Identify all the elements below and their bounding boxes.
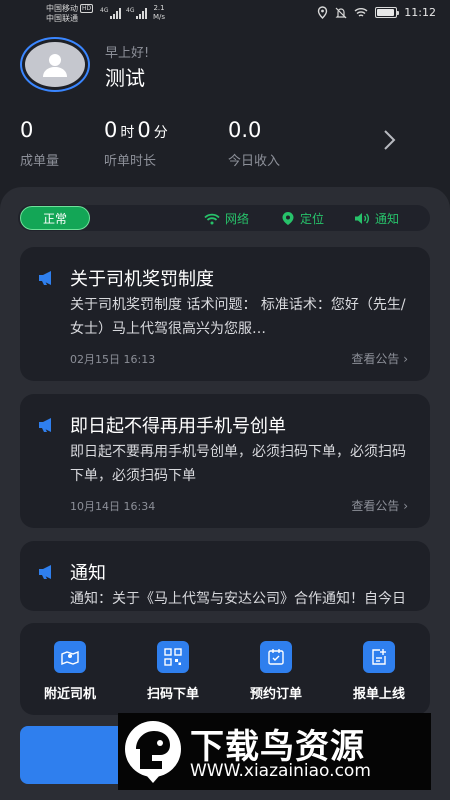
qr-code-icon bbox=[157, 641, 189, 673]
network-indicator: 网络 bbox=[204, 210, 249, 227]
notify-label: 通知 bbox=[375, 212, 400, 226]
wifi-status-icon bbox=[354, 8, 368, 17]
notice-header: 通知 bbox=[38, 559, 106, 585]
notify-indicator: 通知 bbox=[354, 210, 399, 227]
notice-date: 02月15日 16:13 bbox=[70, 353, 156, 366]
clock: 11:12 bbox=[404, 6, 436, 19]
network-label: 网络 bbox=[225, 212, 250, 226]
notice-header: 即日起不得再用手机号创单 bbox=[38, 412, 286, 438]
carrier-2: 中国联通 bbox=[46, 14, 78, 23]
bird-logo-icon bbox=[125, 721, 181, 783]
status-badge[interactable]: 正常 bbox=[20, 206, 90, 230]
wifi-icon bbox=[204, 213, 220, 224]
net-type-1: 4G bbox=[100, 7, 109, 14]
go-online-button[interactable] bbox=[20, 726, 130, 784]
greeting-text: 早上好! bbox=[105, 46, 150, 61]
location-status-icon bbox=[318, 6, 328, 19]
notice-card[interactable]: 通知 通知：关于《马上代驾与安达公司》合作通知！自今日起马上代驾与安达公司达成战 bbox=[20, 541, 430, 611]
net-type-2: 4G bbox=[126, 7, 135, 14]
notice-card[interactable]: 关于司机奖罚制度 关于司机奖罚制度 话术问题： 标准话术：您好（先生/女士）马上… bbox=[20, 247, 430, 381]
orders-count: 0 bbox=[20, 118, 34, 142]
chevron-right-icon[interactable] bbox=[382, 128, 398, 152]
carrier-1: 中国移动 bbox=[46, 4, 78, 13]
reservation-order-button[interactable]: 预约订单 bbox=[226, 641, 326, 702]
network-speed: 2.1 M/s bbox=[153, 4, 166, 21]
orders-label: 成单量 bbox=[20, 154, 60, 169]
listening-duration: 0时0分 bbox=[104, 118, 171, 142]
location-pin-icon bbox=[282, 212, 294, 225]
notice-body: 即日起不要再用手机号创单，必须扫码下单，必须扫码下单，必须扫码下单 bbox=[70, 444, 406, 484]
speaker-icon bbox=[355, 213, 369, 224]
hours-unit: 时 bbox=[120, 125, 135, 141]
scan-order-button[interactable]: 扫码下单 bbox=[123, 641, 223, 702]
notice-card[interactable]: 即日起不得再用手机号创单 即日起不要再用手机号创单，必须扫码下单，必须扫码下单，… bbox=[20, 394, 430, 528]
location-indicator: 定位 bbox=[281, 210, 324, 227]
income-label: 今日收入 bbox=[228, 154, 281, 169]
watermark-url: WWW.xiazainiao.com bbox=[190, 761, 371, 781]
notice-header: 关于司机奖罚制度 bbox=[38, 265, 214, 291]
quick-actions-bar: 附近司机 扫码下单 预约订单 报单上线 bbox=[20, 623, 430, 715]
avatar-placeholder bbox=[25, 42, 85, 87]
minutes-unit: 分 bbox=[153, 125, 168, 141]
report-online-button[interactable]: 报单上线 bbox=[329, 641, 429, 702]
reservation-icon bbox=[260, 641, 292, 673]
megaphone-icon bbox=[39, 418, 51, 432]
megaphone-icon bbox=[39, 271, 51, 285]
chevron-small-icon: › bbox=[403, 352, 408, 366]
status-bar: 中国移动 HD 中国联通 4G 4G 2.1 M/s 11:12 bbox=[0, 0, 450, 30]
user-icon bbox=[43, 53, 67, 77]
nearby-drivers-icon bbox=[54, 641, 86, 673]
nearby-drivers-button[interactable]: 附近司机 bbox=[20, 641, 120, 702]
notice-title: 通知 bbox=[70, 563, 106, 584]
hd-badge: HD bbox=[80, 4, 94, 13]
hours-value: 0 bbox=[104, 118, 118, 142]
notice-body: 通知：关于《马上代驾与安达公司》合作通知！自今日起马上代驾与安达公司达成战 bbox=[70, 591, 406, 607]
megaphone-icon bbox=[39, 565, 51, 579]
view-notice-link[interactable]: 查看公告 › bbox=[351, 350, 408, 367]
signal-1-icon: 4G bbox=[100, 7, 122, 19]
chevron-small-icon: › bbox=[403, 499, 408, 513]
location-label: 定位 bbox=[300, 212, 325, 226]
battery-icon bbox=[375, 7, 400, 18]
mute-icon bbox=[335, 7, 347, 18]
avatar[interactable] bbox=[20, 37, 90, 92]
watermark: 下载鸟资源 WWW.xiazainiao.com bbox=[118, 713, 431, 790]
status-right-group: 11:12 bbox=[317, 6, 436, 19]
duration-label: 听单时长 bbox=[104, 154, 157, 169]
minutes-value: 0 bbox=[137, 118, 151, 142]
username: 测试 bbox=[105, 66, 145, 90]
view-notice-link[interactable]: 查看公告 › bbox=[351, 497, 408, 514]
notice-title: 即日起不得再用手机号创单 bbox=[70, 416, 286, 437]
notice-date: 10月14日 16:34 bbox=[70, 500, 156, 513]
carrier-info: 中国移动 HD 中国联通 bbox=[46, 4, 94, 24]
notice-body: 关于司机奖罚制度 话术问题： 标准话术：您好（先生/女士）马上代驾很高兴为您服… bbox=[70, 297, 406, 337]
income-value: 0.0 bbox=[228, 118, 262, 142]
notice-title: 关于司机奖罚制度 bbox=[70, 269, 214, 290]
signal-2-icon: 4G bbox=[126, 7, 148, 19]
report-order-icon bbox=[363, 641, 395, 673]
